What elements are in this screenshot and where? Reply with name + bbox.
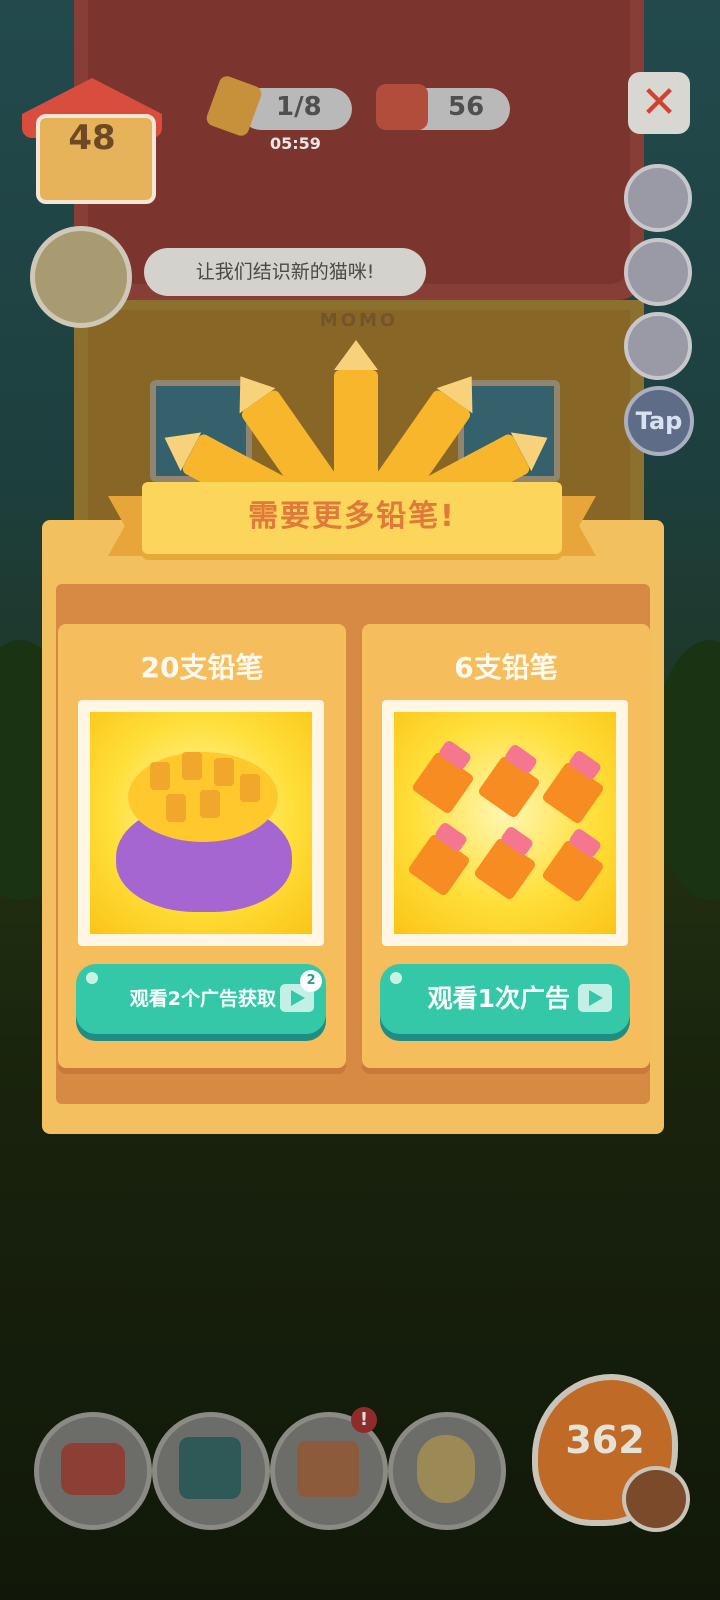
picture-frame-icon	[297, 1441, 359, 1497]
ad-count-badge: 2	[300, 970, 322, 992]
tap-button[interactable]: Tap	[624, 386, 694, 456]
sofa-icon	[61, 1443, 125, 1495]
dialog-title: 需要更多铅笔!	[248, 499, 456, 534]
offer-title: 20支铅笔	[140, 651, 264, 684]
pencil-timer: 05:59	[270, 134, 321, 153]
pencil-icon	[540, 749, 606, 826]
pencil-icon	[406, 821, 472, 898]
stamp-icon[interactable]	[624, 312, 692, 380]
six-pencils-image	[394, 712, 616, 934]
speech-text: 让我们结识新的猫咪!	[195, 261, 375, 283]
coin-count: 362	[565, 1418, 645, 1462]
paint-brush-icon[interactable]	[624, 238, 692, 306]
pencil-icon	[540, 827, 606, 904]
pencil-icon	[334, 370, 378, 490]
watch-2-ads-button[interactable]: 观看2个广告获取 2	[76, 964, 326, 1034]
photo-album-button[interactable]: !	[270, 1407, 388, 1530]
gacha-button[interactable]	[388, 1412, 506, 1530]
pencil-icon	[472, 825, 538, 902]
offer-image-frame	[382, 700, 628, 946]
offer-card-6-pencils: 6支铅笔 观看1次广告	[362, 624, 650, 1068]
ad-button-label: 观看1次广告	[427, 984, 570, 1013]
can-count: 56	[448, 92, 485, 122]
video-play-icon	[578, 984, 612, 1012]
dialog-title-banner: 需要更多铅笔!	[108, 482, 596, 558]
food-can-icon	[376, 84, 428, 130]
book-icon	[179, 1437, 241, 1499]
offer-title: 6支铅笔	[454, 651, 558, 684]
watch-1-ad-button[interactable]: 观看1次广告	[380, 964, 630, 1034]
pencil-bag-image	[90, 712, 312, 934]
notification-badge: !	[351, 1407, 377, 1433]
furniture-button[interactable]	[34, 1412, 152, 1530]
settings-gear-icon[interactable]	[624, 164, 692, 232]
cat-avatar-icon[interactable]	[30, 226, 132, 328]
cat-book-button[interactable]	[152, 1412, 270, 1530]
close-button[interactable]: ✕	[628, 72, 690, 134]
pencils-decoration	[180, 360, 532, 528]
pencil-count: 1/8	[276, 92, 322, 122]
cat-face-icon	[622, 1466, 690, 1532]
home-level-badge[interactable]: 48	[22, 78, 162, 204]
home-level: 48	[68, 118, 116, 158]
offer-card-20-pencils: 20支铅笔 观看2个广告获取 2	[58, 624, 346, 1068]
pencil-icon	[476, 743, 542, 820]
ad-button-label: 观看2个广告获取	[129, 988, 276, 1010]
offer-image-frame	[78, 700, 324, 946]
close-icon: ✕	[640, 77, 678, 128]
capsule-machine-icon	[417, 1435, 475, 1503]
speech-bubble: 让我们结识新的猫咪!	[144, 248, 426, 296]
pencil-icon	[410, 739, 476, 816]
